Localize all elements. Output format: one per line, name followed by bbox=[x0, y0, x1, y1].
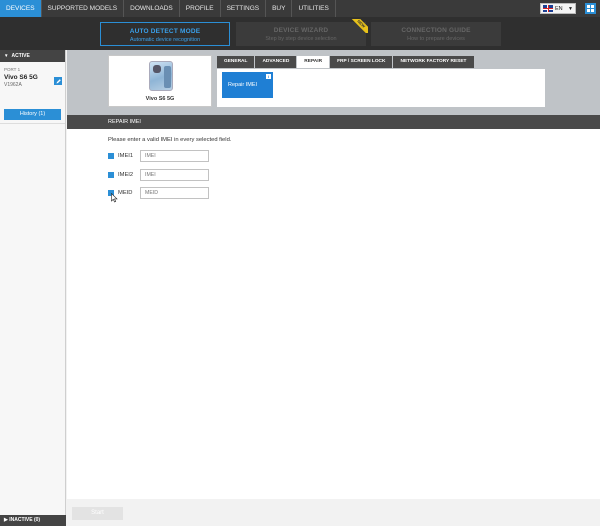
device-wizard-title: DEVICE WIZARD bbox=[273, 27, 329, 34]
menu-buy[interactable]: BUY bbox=[266, 0, 293, 17]
menu-devices[interactable]: DEVICES bbox=[0, 0, 42, 17]
tab-network-factory-reset[interactable]: NETWORK FACTORY RESET bbox=[393, 56, 474, 68]
new-badge: NEW bbox=[348, 19, 368, 33]
language-value: EN bbox=[555, 5, 563, 12]
connection-guide-subtitle: How to prepare devices bbox=[407, 36, 465, 42]
active-device-card[interactable]: PORT 1 Vivo S6 5G V1962A History (1) bbox=[0, 62, 65, 124]
menu-supported-models[interactable]: SUPPORTED MODELS bbox=[42, 0, 125, 17]
repair-imei-panel: REPAIR IMEI Please enter a valid IMEI in… bbox=[67, 115, 600, 499]
meid-row: MEID bbox=[108, 187, 209, 199]
chevron-down-icon: ▼ bbox=[568, 5, 573, 12]
imei2-label: IMEI2 bbox=[118, 172, 134, 178]
meid-input[interactable] bbox=[140, 187, 209, 199]
tab-frp-screen-lock[interactable]: FRP / SCREEN LOCK bbox=[330, 56, 393, 68]
menu-downloads[interactable]: DOWNLOADS bbox=[124, 0, 180, 17]
auto-detect-mode-button[interactable]: AUTO DETECT MODE Automatic device recogn… bbox=[100, 22, 230, 46]
repair-tab-panel: Repair IMEI i bbox=[217, 69, 545, 107]
top-menu-bar: DEVICES SUPPORTED MODELS DOWNLOADS PROFI… bbox=[0, 0, 600, 17]
menu-profile[interactable]: PROFILE bbox=[180, 0, 221, 17]
device-wizard-subtitle: Step by step device selection bbox=[265, 36, 337, 42]
tab-repair[interactable]: REPAIR bbox=[297, 56, 330, 68]
imei1-label: IMEI1 bbox=[118, 153, 134, 159]
uk-flag-icon bbox=[543, 5, 553, 12]
menu-settings[interactable]: SETTINGS bbox=[221, 0, 267, 17]
repair-imei-button[interactable]: Repair IMEI i bbox=[222, 72, 273, 98]
device-tile-label: Vivo S6 5G bbox=[145, 96, 175, 102]
connection-guide-title: CONNECTION GUIDE bbox=[401, 27, 471, 34]
imei1-row: IMEI1 bbox=[108, 150, 209, 162]
auto-detect-title: AUTO DETECT MODE bbox=[129, 28, 201, 35]
instruction-text: Please enter a valid IMEI in every selec… bbox=[108, 137, 232, 143]
grid-menu-button[interactable] bbox=[585, 3, 596, 14]
active-section-header[interactable]: ▼ ACTIVE bbox=[0, 50, 65, 62]
bottom-bar: Start bbox=[67, 499, 600, 526]
port-label: PORT 1 bbox=[4, 67, 21, 72]
repair-imei-label: Repair IMEI bbox=[228, 82, 258, 88]
meid-label: MEID bbox=[118, 190, 133, 196]
edit-device-button[interactable] bbox=[54, 77, 62, 85]
pencil-icon bbox=[56, 78, 61, 83]
mode-bar: AUTO DETECT MODE Automatic device recogn… bbox=[0, 17, 600, 50]
device-tile: Vivo S6 5G bbox=[108, 55, 212, 107]
device-name: Vivo S6 5G bbox=[4, 74, 38, 81]
section-title: REPAIR IMEI bbox=[67, 115, 600, 129]
inactive-section-header[interactable]: ▶ INACTIVE (0) bbox=[0, 515, 66, 526]
grid-menu-icon bbox=[587, 5, 594, 12]
history-button[interactable]: History (1) bbox=[4, 109, 61, 120]
connection-guide-button[interactable]: CONNECTION GUIDE How to prepare devices bbox=[371, 22, 501, 46]
start-button[interactable]: Start bbox=[72, 507, 123, 520]
imei2-input[interactable] bbox=[140, 169, 209, 181]
info-icon[interactable]: i bbox=[266, 74, 271, 79]
imei1-input[interactable] bbox=[140, 150, 209, 162]
imei2-row: IMEI2 bbox=[108, 169, 209, 181]
tab-general[interactable]: GENERAL bbox=[217, 56, 255, 68]
auto-detect-subtitle: Automatic device recognition bbox=[129, 37, 201, 43]
imei2-checkbox[interactable] bbox=[108, 172, 114, 178]
phone-image bbox=[149, 61, 173, 91]
imei1-checkbox[interactable] bbox=[108, 153, 114, 159]
device-model: V1962A bbox=[4, 82, 22, 88]
menu-utilities[interactable]: UTILITIES bbox=[292, 0, 336, 17]
tab-advanced[interactable]: ADVANCED bbox=[255, 56, 297, 68]
device-sidebar: ▼ ACTIVE PORT 1 Vivo S6 5G V1962A History… bbox=[0, 50, 66, 526]
collapse-triangle-icon: ▼ bbox=[4, 53, 9, 58]
language-select[interactable]: EN ▼ bbox=[540, 3, 576, 14]
device-header: Vivo S6 5G GENERAL ADVANCED REPAIR FRP /… bbox=[67, 50, 600, 115]
function-tabs: GENERAL ADVANCED REPAIR FRP / SCREEN LOC… bbox=[217, 56, 474, 68]
device-wizard-button[interactable]: DEVICE WIZARD Step by step device select… bbox=[236, 19, 368, 46]
mouse-pointer-icon bbox=[111, 193, 118, 203]
